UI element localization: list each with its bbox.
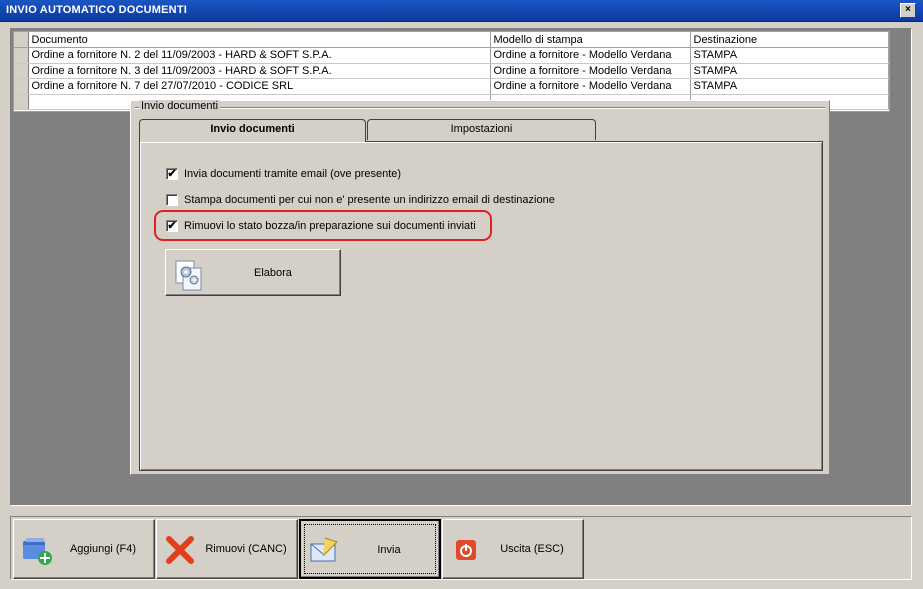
grid-header-row: Documento Modello di stampa Destinazione	[14, 32, 889, 48]
title-bar: INVIO AUTOMATICO DOCUMENTI ×	[0, 0, 923, 22]
option-stampa-senza-email[interactable]: Stampa documenti per cui non e' presente…	[166, 193, 555, 207]
window-title: INVIO AUTOMATICO DOCUMENTI	[6, 4, 187, 16]
rimuovi-label: Rimuovi (CANC)	[205, 543, 287, 555]
table-row[interactable]: Ordine a fornitore N. 3 del 11/09/2003 -…	[14, 63, 889, 79]
cell-documento[interactable]: Ordine a fornitore N. 7 del 27/07/2010 -…	[28, 78, 491, 95]
window-body: Documento Modello di stampa Destinazione…	[0, 22, 923, 589]
red-x-icon	[163, 533, 197, 567]
invia-label: Invia	[377, 544, 401, 556]
aggiungi-button[interactable]: Aggiungi (F4)	[13, 519, 155, 579]
tab-impostazioni[interactable]: Impostazioni	[367, 119, 596, 140]
tab-invio-documenti[interactable]: Invio documenti	[139, 119, 366, 142]
uscita-button[interactable]: Uscita (ESC)	[442, 519, 584, 579]
cell-destinazione[interactable]: STAMPA	[690, 63, 889, 79]
table-row[interactable]: Ordine a fornitore N. 7 del 27/07/2010 -…	[14, 78, 889, 95]
panel-legend: Invio documenti	[139, 100, 221, 112]
cell-documento[interactable]: Ordine a fornitore N. 3 del 11/09/2003 -…	[28, 63, 491, 79]
option-label: Invia documenti tramite email (ove prese…	[184, 168, 402, 180]
add-folder-icon	[20, 533, 54, 567]
cell-destinazione[interactable]: STAMPA	[690, 78, 889, 95]
option-invia-email[interactable]: ✔ Invia documenti tramite email (ove pre…	[166, 167, 401, 181]
grid-workspace: Documento Modello di stampa Destinazione…	[10, 28, 912, 506]
cell-modello[interactable]: Ordine a fornitore - Modello Verdana	[490, 78, 691, 95]
table-row[interactable]: Ordine a fornitore N. 2 del 11/09/2003 -…	[14, 47, 889, 64]
column-header-modello[interactable]: Modello di stampa	[490, 32, 691, 48]
uscita-label: Uscita (ESC)	[500, 543, 564, 555]
gears-document-icon	[172, 258, 206, 295]
rimuovi-button[interactable]: Rimuovi (CANC)	[156, 519, 298, 579]
group-divider	[135, 107, 825, 109]
close-button[interactable]: ×	[900, 3, 916, 18]
elabora-button[interactable]: Elabora	[165, 249, 341, 296]
invio-documenti-panel: Invio documenti Invio documenti Impostaz…	[130, 100, 830, 475]
tab-content: ✔ Invia documenti tramite email (ove pre…	[139, 141, 823, 471]
column-header-documento[interactable]: Documento	[28, 32, 491, 48]
cell-destinazione[interactable]: STAMPA	[690, 47, 889, 64]
cell-modello[interactable]: Ordine a fornitore - Modello Verdana	[490, 47, 691, 64]
cell-modello[interactable]: Ordine a fornitore - Modello Verdana	[490, 63, 691, 79]
elabora-label: Elabora	[254, 267, 292, 279]
checkbox-stampa-senza-email[interactable]	[166, 194, 178, 206]
checkbox-invia-email[interactable]: ✔	[166, 168, 178, 180]
invia-button[interactable]: Invia	[299, 519, 441, 579]
column-header-destinazione[interactable]: Destinazione	[690, 32, 889, 48]
send-mail-icon	[307, 534, 341, 568]
bottom-toolbar: Aggiungi (F4) Rimuovi (CANC) Invia Uscit…	[10, 516, 912, 580]
aggiungi-label: Aggiungi (F4)	[69, 543, 137, 555]
cell-documento[interactable]: Ordine a fornitore N. 2 del 11/09/2003 -…	[28, 47, 491, 64]
power-icon	[449, 533, 483, 567]
red-highlight-annotation	[154, 210, 492, 241]
option-label: Stampa documenti per cui non e' presente…	[184, 194, 555, 206]
